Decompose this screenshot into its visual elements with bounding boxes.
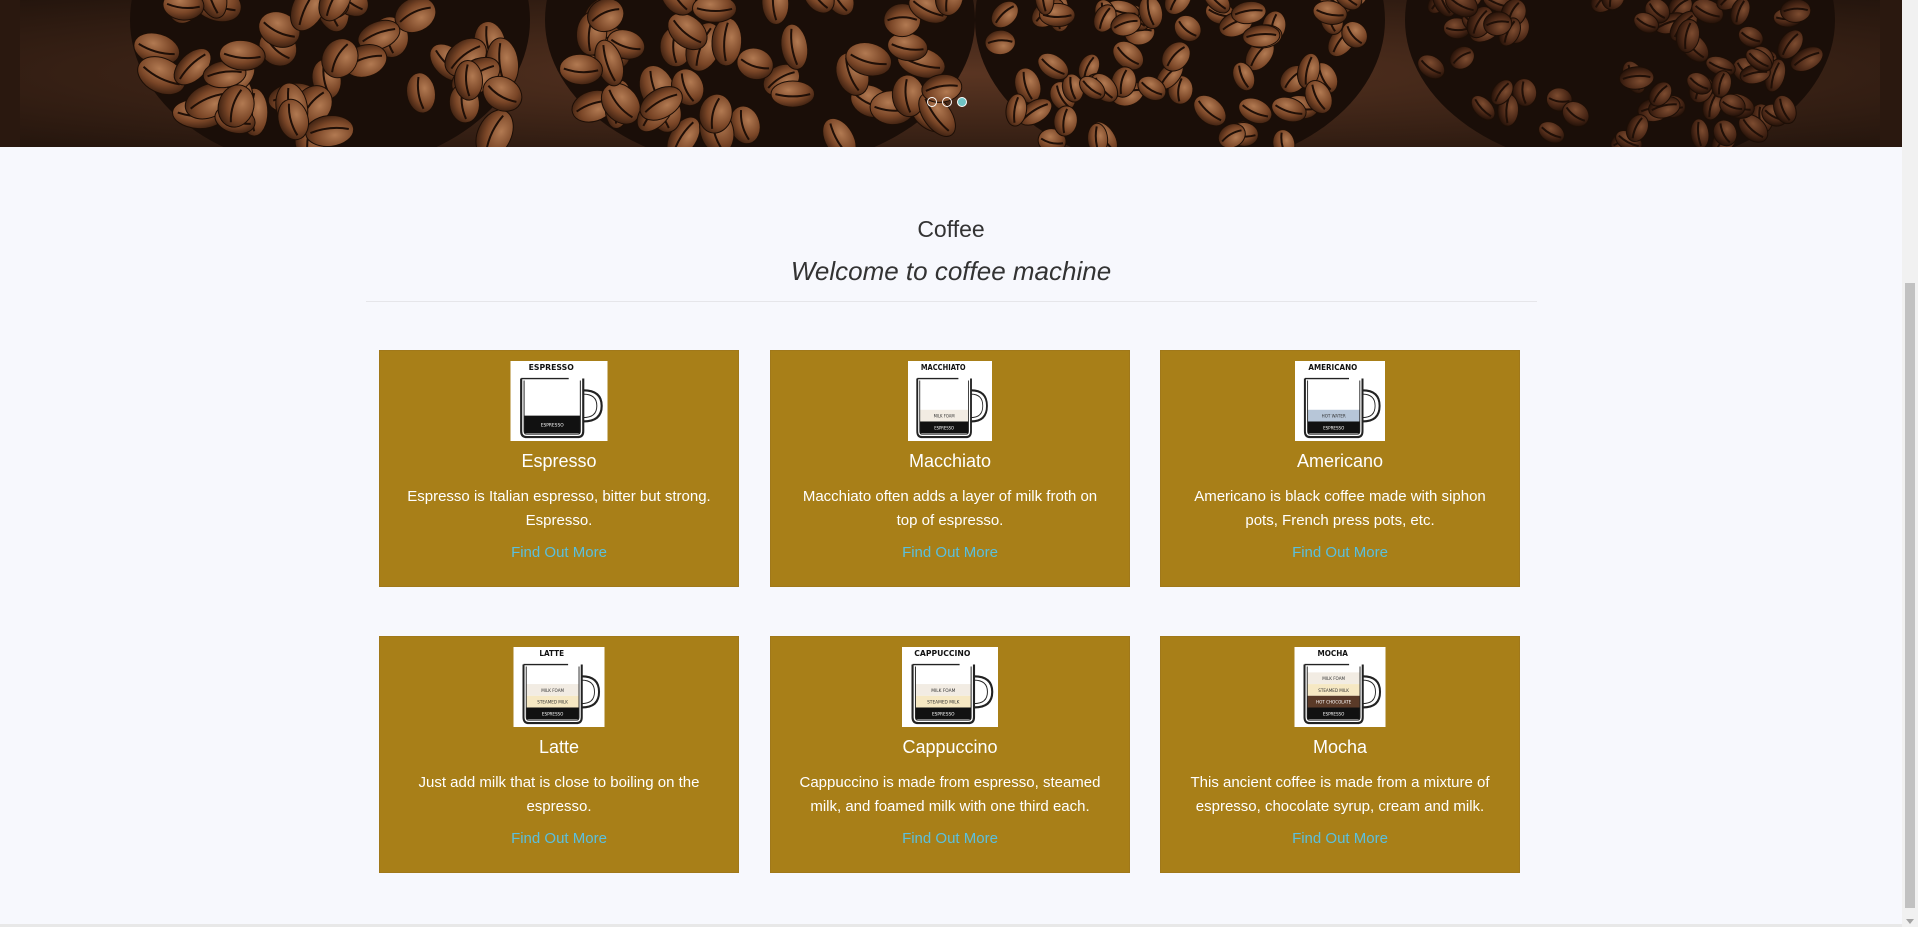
coffee-card-mocha: MOCHA MILK FOAM STEAMED MILK HOT CHOCOLATE E… (1160, 636, 1520, 873)
coffee-card-macchiato: MACCHIATO MILK FOAM ESPRESSO Macchiato Mac… (770, 350, 1130, 587)
americano-cup-image: AMERICANO HOT WATER ESPRESSO (1295, 361, 1385, 441)
espresso-cup-image: ESPRESSO ESPRESSO (510, 361, 608, 441)
cup-layer-label: STEAMED MILK (537, 699, 568, 704)
section-subtitle: Welcome to coffee machine (790, 256, 1112, 286)
cup-handle (581, 675, 601, 709)
cup-handle (970, 389, 988, 423)
find-out-more-link[interactable]: Find Out More (380, 830, 738, 847)
find-out-more-link[interactable]: Find Out More (771, 830, 1129, 847)
coffee-card-espresso: ESPRESSO ESPRESSO Espresso Espresso is It… (379, 350, 739, 587)
find-out-more-link[interactable]: Find Out More (771, 544, 1129, 561)
card-description: Just add milk that is close to boiling o… (418, 774, 700, 815)
carousel-dot-3[interactable] (957, 97, 967, 107)
cup-handle (1362, 389, 1381, 423)
cup-handle-inner (1362, 679, 1376, 705)
card-description: Espresso is Italian espresso, bitter but… (407, 488, 711, 529)
coffee-beans-banner-image (0, 0, 1902, 147)
cup-layer-label: ESPRESSO (541, 422, 564, 428)
find-out-more-link[interactable]: Find Out More (380, 544, 738, 561)
card-title: Espresso (521, 451, 597, 471)
banner-edge (0, 0, 20, 147)
cup-label: ESPRESSO (529, 363, 575, 372)
cup-handle-inner (1362, 393, 1376, 419)
cup-handle-inner (583, 393, 598, 419)
cup-layer-label: ESPRESSO (1323, 425, 1345, 430)
cup-handle (973, 675, 994, 709)
card-description: Cappuccino is made from espresso, steame… (799, 774, 1101, 815)
cup-layer-label: ESPRESSO (542, 711, 564, 716)
scroll-down-arrow-icon[interactable] (1906, 919, 1914, 924)
card-description: Americano is black coffee made with siph… (1194, 488, 1486, 529)
section-divider (366, 301, 1537, 302)
card-title: Cappuccino (902, 737, 998, 757)
cup-label: CAPPUCCINO (914, 649, 971, 658)
cup-layer-label: ESPRESSO (934, 425, 954, 430)
cup-handle-inner (581, 679, 595, 705)
find-out-more-link[interactable]: Find Out More (1161, 544, 1519, 561)
card-description: Macchiato often adds a layer of milk fro… (802, 488, 1098, 529)
cup-layer-label: STEAMED MILK (1318, 688, 1349, 693)
cup-label: MOCHA (1317, 649, 1348, 658)
coffee-bean (770, 80, 816, 108)
cup-layer-label: HOT WATER (1322, 413, 1346, 418)
card-title: Macchiato (908, 451, 992, 471)
cup-label: AMERICANO (1308, 363, 1357, 372)
carousel-dot-1[interactable] (927, 97, 937, 107)
cup-handle-inner (973, 679, 988, 705)
cup-layer-label: MILK FOAM (931, 688, 955, 694)
cup-handle (1362, 675, 1382, 709)
scrollbar-thumb[interactable] (1905, 283, 1915, 908)
cup-layer-label: MILK FOAM (541, 688, 564, 693)
card-title: Mocha (1312, 737, 1368, 757)
mocha-cup-image: MOCHA MILK FOAM STEAMED MILK HOT CHOCOLATE E… (1294, 647, 1386, 727)
coffee-card-americano: AMERICANO HOT WATER ESPRESSO Americano Ame… (1160, 350, 1520, 587)
find-out-more-link[interactable]: Find Out More (1161, 830, 1519, 847)
card-description: This ancient coffee is made from a mixtu… (1190, 774, 1490, 815)
cup-label: LATTE (539, 649, 564, 658)
coffee-card-cappuccino: CAPPUCCINO MILK FOAM STEAMED MILK ESPRESSO … (770, 636, 1130, 873)
cup-layer-label: MILK FOAM (1322, 676, 1345, 681)
section-title: Coffee (917, 216, 985, 242)
hero-carousel[interactable] (0, 0, 1902, 147)
macchiato-cup-image: MACCHIATO MILK FOAM ESPRESSO (908, 361, 992, 441)
cup-layer-label: ESPRESSO (1323, 711, 1345, 716)
carousel-dot-2[interactable] (942, 97, 952, 107)
cup-handle (583, 389, 603, 423)
cup-label: MACCHIATO (921, 362, 966, 372)
vertical-scrollbar[interactable] (1902, 0, 1918, 927)
cup-layer-label: ESPRESSO (932, 711, 955, 717)
cup-handle-inner (970, 393, 984, 419)
cappuccino-cup-image: CAPPUCCINO MILK FOAM STEAMED MILK ESPRESSO (902, 647, 998, 727)
cup-layer-label: HOT CHOCOLATE (1316, 699, 1352, 704)
banner-edge (1880, 0, 1902, 147)
cup-layer-label: MILK FOAM (934, 413, 955, 418)
card-title: Americano (1296, 451, 1384, 471)
carousel-indicators (927, 97, 967, 107)
latte-cup-image: LATTE MILK FOAM STEAMED MILK ESPRESSO (513, 647, 605, 727)
cup-layer-label: STEAMED MILK (927, 700, 960, 706)
coffee-card-latte: LATTE MILK FOAM STEAMED MILK ESPRESSO Latte… (379, 636, 739, 873)
card-title: Latte (538, 737, 580, 757)
